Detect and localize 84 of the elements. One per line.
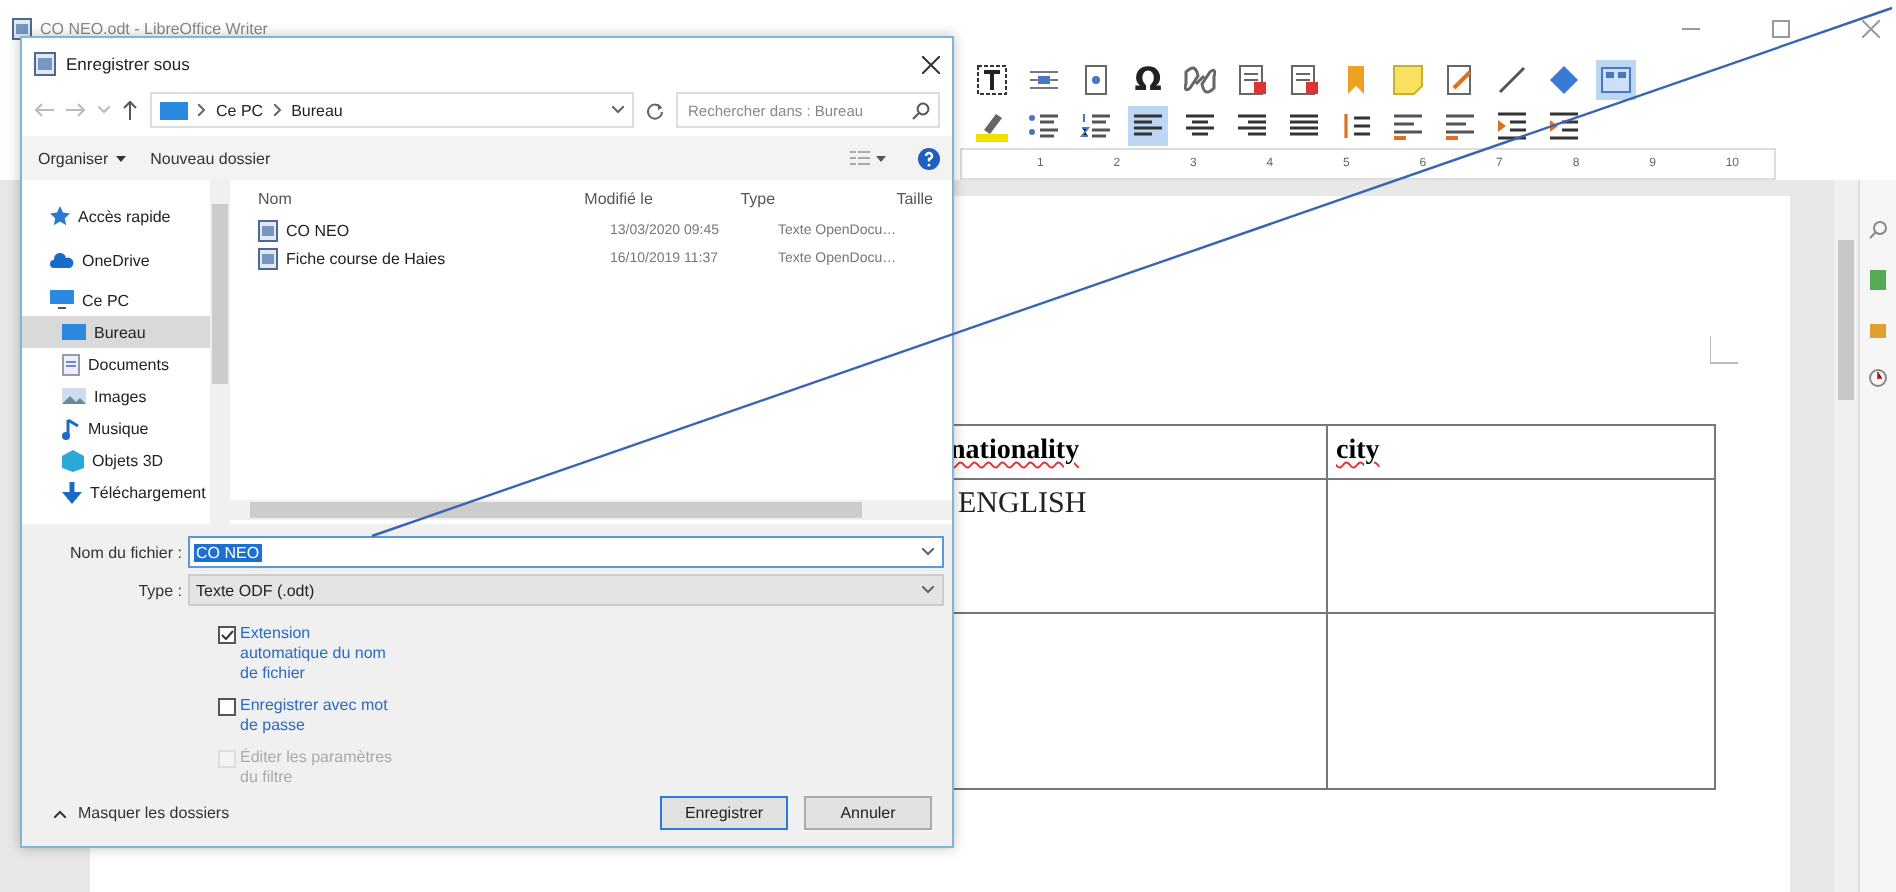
document-icon — [12, 17, 32, 39]
edit-page-icon — [1444, 63, 1476, 95]
note-page-icon — [1288, 63, 1320, 95]
chevron-icon — [273, 104, 282, 116]
document-icon — [62, 353, 80, 375]
page-icon — [1080, 63, 1112, 95]
file-name: CO NEO — [286, 221, 350, 239]
dialog-title: Enregistrer sous — [66, 54, 190, 74]
column-header[interactable]: Type — [732, 189, 889, 207]
view-options-icon[interactable] — [850, 150, 886, 166]
dialog-button[interactable]: Enregistrer — [660, 796, 788, 830]
horizontal-scrollbar[interactable] — [230, 500, 952, 520]
search-icon — [912, 101, 930, 119]
nav-item[interactable]: Musique — [22, 412, 210, 444]
download-arrow-icon — [62, 481, 82, 503]
filename-field[interactable]: CO NEO — [188, 536, 944, 568]
field-label: Type : — [136, 581, 184, 599]
path-segment[interactable]: Bureau — [291, 101, 343, 119]
caret-icon — [922, 586, 934, 594]
file-type-dropdown[interactable]: Texte ODF (.odt) — [188, 574, 944, 606]
monitor-icon — [160, 101, 188, 119]
file-name: Fiche course de Haies — [286, 249, 446, 267]
nav-item[interactable]: Documents — [22, 348, 210, 380]
frame-icon — [1600, 63, 1632, 95]
caret-icon — [922, 548, 934, 556]
clock-icon[interactable] — [1868, 368, 1888, 388]
line-icon — [1496, 63, 1528, 95]
new-folder-button[interactable]: Nouveau dossier — [146, 145, 275, 171]
nav-item[interactable]: Ce PC — [22, 284, 210, 316]
checkbox-label: Extension automatique du nom de fichier — [240, 624, 388, 684]
search-icon[interactable] — [1868, 220, 1888, 240]
checkbox-label: Éditer les paramètres du filtre — [240, 748, 395, 788]
table-header-cell: nationality — [950, 436, 1080, 466]
field-label: Nom du fichier : — [67, 543, 184, 561]
document-icon — [258, 247, 278, 269]
toolbar-button[interactable]: Ω — [1128, 59, 1168, 99]
sticky-note-icon — [1392, 63, 1424, 95]
monitor-icon — [50, 290, 74, 310]
text-box-icon — [976, 63, 1008, 95]
caret-icon — [54, 809, 66, 817]
diamond-icon — [1548, 63, 1580, 95]
document-icon — [258, 219, 278, 241]
table-cell-text: ENGLISH — [956, 488, 1087, 520]
nav-item[interactable]: Images — [22, 380, 210, 412]
table-header-cell: city — [1336, 436, 1380, 466]
dialog-button[interactable]: Annuler — [804, 796, 932, 830]
star-icon — [50, 206, 70, 226]
refresh-icon[interactable] — [646, 101, 664, 119]
address-bar[interactable]: Ce PC Bureau — [150, 92, 634, 128]
up-arrow-icon[interactable] — [122, 100, 138, 120]
nav-item[interactable]: OneDrive — [22, 244, 210, 276]
caret-icon[interactable] — [612, 106, 624, 114]
nav-item[interactable]: Téléchargement — [22, 476, 210, 508]
document-icon — [34, 52, 56, 76]
page-icon[interactable] — [1868, 268, 1888, 292]
desktop-icon — [62, 324, 86, 340]
link-icon — [1184, 63, 1216, 95]
help-icon[interactable] — [918, 147, 940, 169]
close-icon[interactable] — [922, 55, 940, 73]
maximize-icon[interactable] — [1772, 20, 1790, 38]
hide-folders-button[interactable]: Masquer les dossiers — [42, 802, 242, 824]
path-segment[interactable]: Ce PC — [216, 101, 264, 119]
toolbar-button[interactable] — [1128, 105, 1168, 145]
checkbox[interactable] — [218, 626, 236, 644]
music-note-icon — [62, 417, 80, 439]
nav-item[interactable]: Bureau — [22, 316, 210, 348]
organize-menu-button[interactable]: Organiser — [34, 145, 131, 171]
picture-icon — [62, 388, 86, 404]
window-title: CO NEO.odt - LibreOffice Writer — [40, 19, 268, 37]
cloud-icon — [50, 252, 74, 268]
column-header[interactable]: Taille — [888, 189, 952, 207]
checkbox-label: Enregistrer avec mot de passe — [240, 696, 390, 736]
checkbox[interactable] — [218, 698, 236, 716]
note-page-icon — [1236, 63, 1268, 95]
column-header[interactable]: Nom — [230, 189, 577, 207]
toolbar-button[interactable] — [972, 59, 1012, 99]
cube-icon — [62, 449, 84, 471]
nav-item[interactable]: Objets 3D — [22, 444, 210, 476]
column-header[interactable]: Modifié le — [576, 189, 733, 207]
chevron-icon — [198, 104, 206, 116]
nav-item[interactable]: Accès rapide — [22, 200, 210, 232]
caret-icon — [116, 155, 127, 161]
vertical-scrollbar[interactable] — [1834, 180, 1858, 892]
margin-corner-mark — [1710, 336, 1738, 364]
